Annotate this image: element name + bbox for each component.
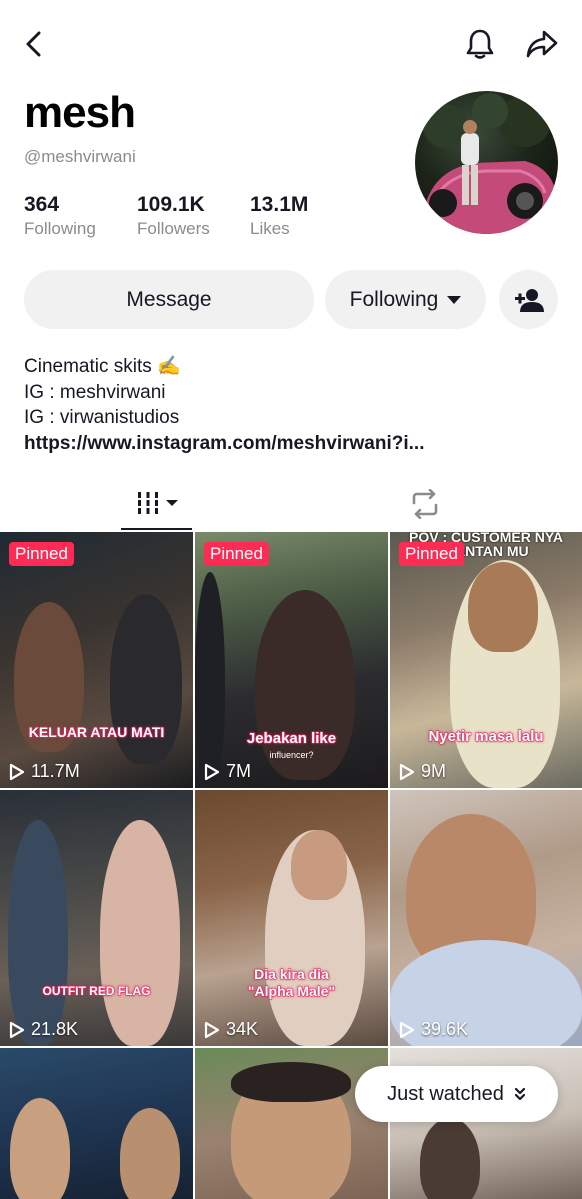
video-tile[interactable]: Pinned Jebakan like influencer? 7M: [195, 532, 388, 788]
video-thumbnail-face: [468, 562, 538, 652]
caret-down-icon: [447, 295, 462, 304]
video-thumbnail-figure: [100, 820, 180, 1046]
video-tile[interactable]: [0, 1048, 193, 1199]
following-button-label: Following: [349, 287, 439, 311]
view-count: 21.8K: [9, 1019, 78, 1040]
video-tile[interactable]: POV : CUSTOMER NYA MANTAN MU Pinned Nyet…: [390, 532, 582, 788]
video-tile[interactable]: Dia kira dia "Alpha Male" 34K: [195, 790, 388, 1046]
content-tabs: [0, 478, 582, 530]
bio-line: IG : meshvirwani: [24, 381, 166, 403]
stat-label: Followers: [137, 219, 210, 238]
video-tile[interactable]: Pinned KELUAR ATAU MATI 11.7M: [0, 532, 193, 788]
view-count-value: 9M: [421, 761, 447, 781]
play-icon: [399, 1021, 415, 1038]
stat-value: 13.1M: [250, 193, 309, 216]
bio: Cinematic skits ✍️ IG : meshvirwani IG :…: [24, 354, 424, 456]
bio-line: IG : virwanistudios: [24, 407, 180, 428]
tab-reposts[interactable]: [400, 478, 450, 530]
message-button-label: Message: [126, 287, 212, 311]
play-icon: [204, 763, 220, 780]
view-count-value: 7M: [226, 761, 252, 781]
bell-icon: [466, 29, 494, 59]
view-count-value: 11.7M: [31, 761, 80, 781]
view-count: 39.6K: [399, 1019, 468, 1040]
play-icon: [9, 1021, 25, 1038]
repost-icon: [412, 489, 438, 519]
avatar[interactable]: [415, 91, 558, 234]
avatar-image: [415, 93, 557, 234]
stat-likes[interactable]: 13.1M Likes: [250, 193, 308, 239]
add-friend-icon: [514, 288, 544, 312]
video-tile[interactable]: 39.6K: [390, 790, 582, 1046]
video-caption: OUTFIT RED FLAG: [42, 984, 151, 999]
pinned-badge: Pinned: [399, 542, 464, 566]
view-count-value: 39.6K: [421, 1019, 469, 1039]
view-count: 7M: [204, 761, 251, 782]
bio-link[interactable]: https://www.instagram.com/meshvirwani?i.…: [24, 431, 424, 457]
video-subcaption: influencer?: [269, 750, 314, 760]
video-thumbnail-hair: [231, 1062, 351, 1102]
view-count: 9M: [399, 761, 446, 782]
top-bar: [0, 0, 582, 90]
tab-videos[interactable]: [121, 478, 192, 530]
video-caption: Dia kira dia "Alpha Male": [247, 966, 336, 1000]
view-count: 34K: [204, 1019, 258, 1040]
pinned-badge: Pinned: [204, 542, 269, 566]
stat-following[interactable]: 364 Following: [24, 193, 96, 239]
message-button[interactable]: Message: [24, 270, 314, 329]
back-arrow-icon: [26, 31, 41, 57]
video-caption: Jebakan like: [246, 730, 337, 748]
stat-label: Following: [24, 219, 96, 238]
stat-label: Likes: [250, 219, 290, 238]
username: @meshvirwani: [24, 147, 136, 166]
play-icon: [399, 763, 415, 780]
view-count: 11.7M: [9, 761, 80, 782]
video-thumbnail-face: [291, 830, 347, 900]
just-watched-button[interactable]: Just watched: [355, 1066, 558, 1122]
view-count-value: 21.8K: [31, 1019, 79, 1039]
stat-value: 364: [24, 193, 60, 216]
play-icon: [204, 1021, 220, 1038]
video-thumbnail-face: [10, 1098, 70, 1199]
video-thumbnail-figure: [420, 1118, 480, 1199]
stat-value: 109.1K: [137, 193, 205, 216]
caret-down-icon: [165, 500, 178, 506]
notifications-button[interactable]: [458, 22, 502, 66]
just-watched-label: Just watched: [387, 1082, 504, 1105]
following-button[interactable]: Following: [325, 270, 486, 329]
view-count-value: 34K: [226, 1019, 259, 1039]
display-name: mesh: [24, 88, 136, 137]
double-chevron-down-icon: [514, 1087, 525, 1101]
bio-line: Cinematic skits ✍️: [24, 356, 181, 377]
video-thumbnail-figure: [8, 820, 68, 1046]
share-button[interactable]: [520, 22, 564, 66]
video-caption: Nyetir masa lalu: [428, 728, 544, 746]
video-tile[interactable]: [195, 1048, 388, 1199]
grid-icon: [137, 492, 158, 514]
pinned-badge: Pinned: [9, 542, 74, 566]
add-friend-button[interactable]: [499, 270, 558, 329]
video-caption: KELUAR ATAU MATI: [28, 724, 165, 741]
stat-followers[interactable]: 109.1K Followers: [137, 193, 210, 239]
video-thumbnail-face: [120, 1108, 180, 1199]
back-button[interactable]: [14, 24, 54, 64]
share-icon: [526, 30, 558, 58]
play-icon: [9, 763, 25, 780]
video-tile[interactable]: OUTFIT RED FLAG 21.8K: [0, 790, 193, 1046]
